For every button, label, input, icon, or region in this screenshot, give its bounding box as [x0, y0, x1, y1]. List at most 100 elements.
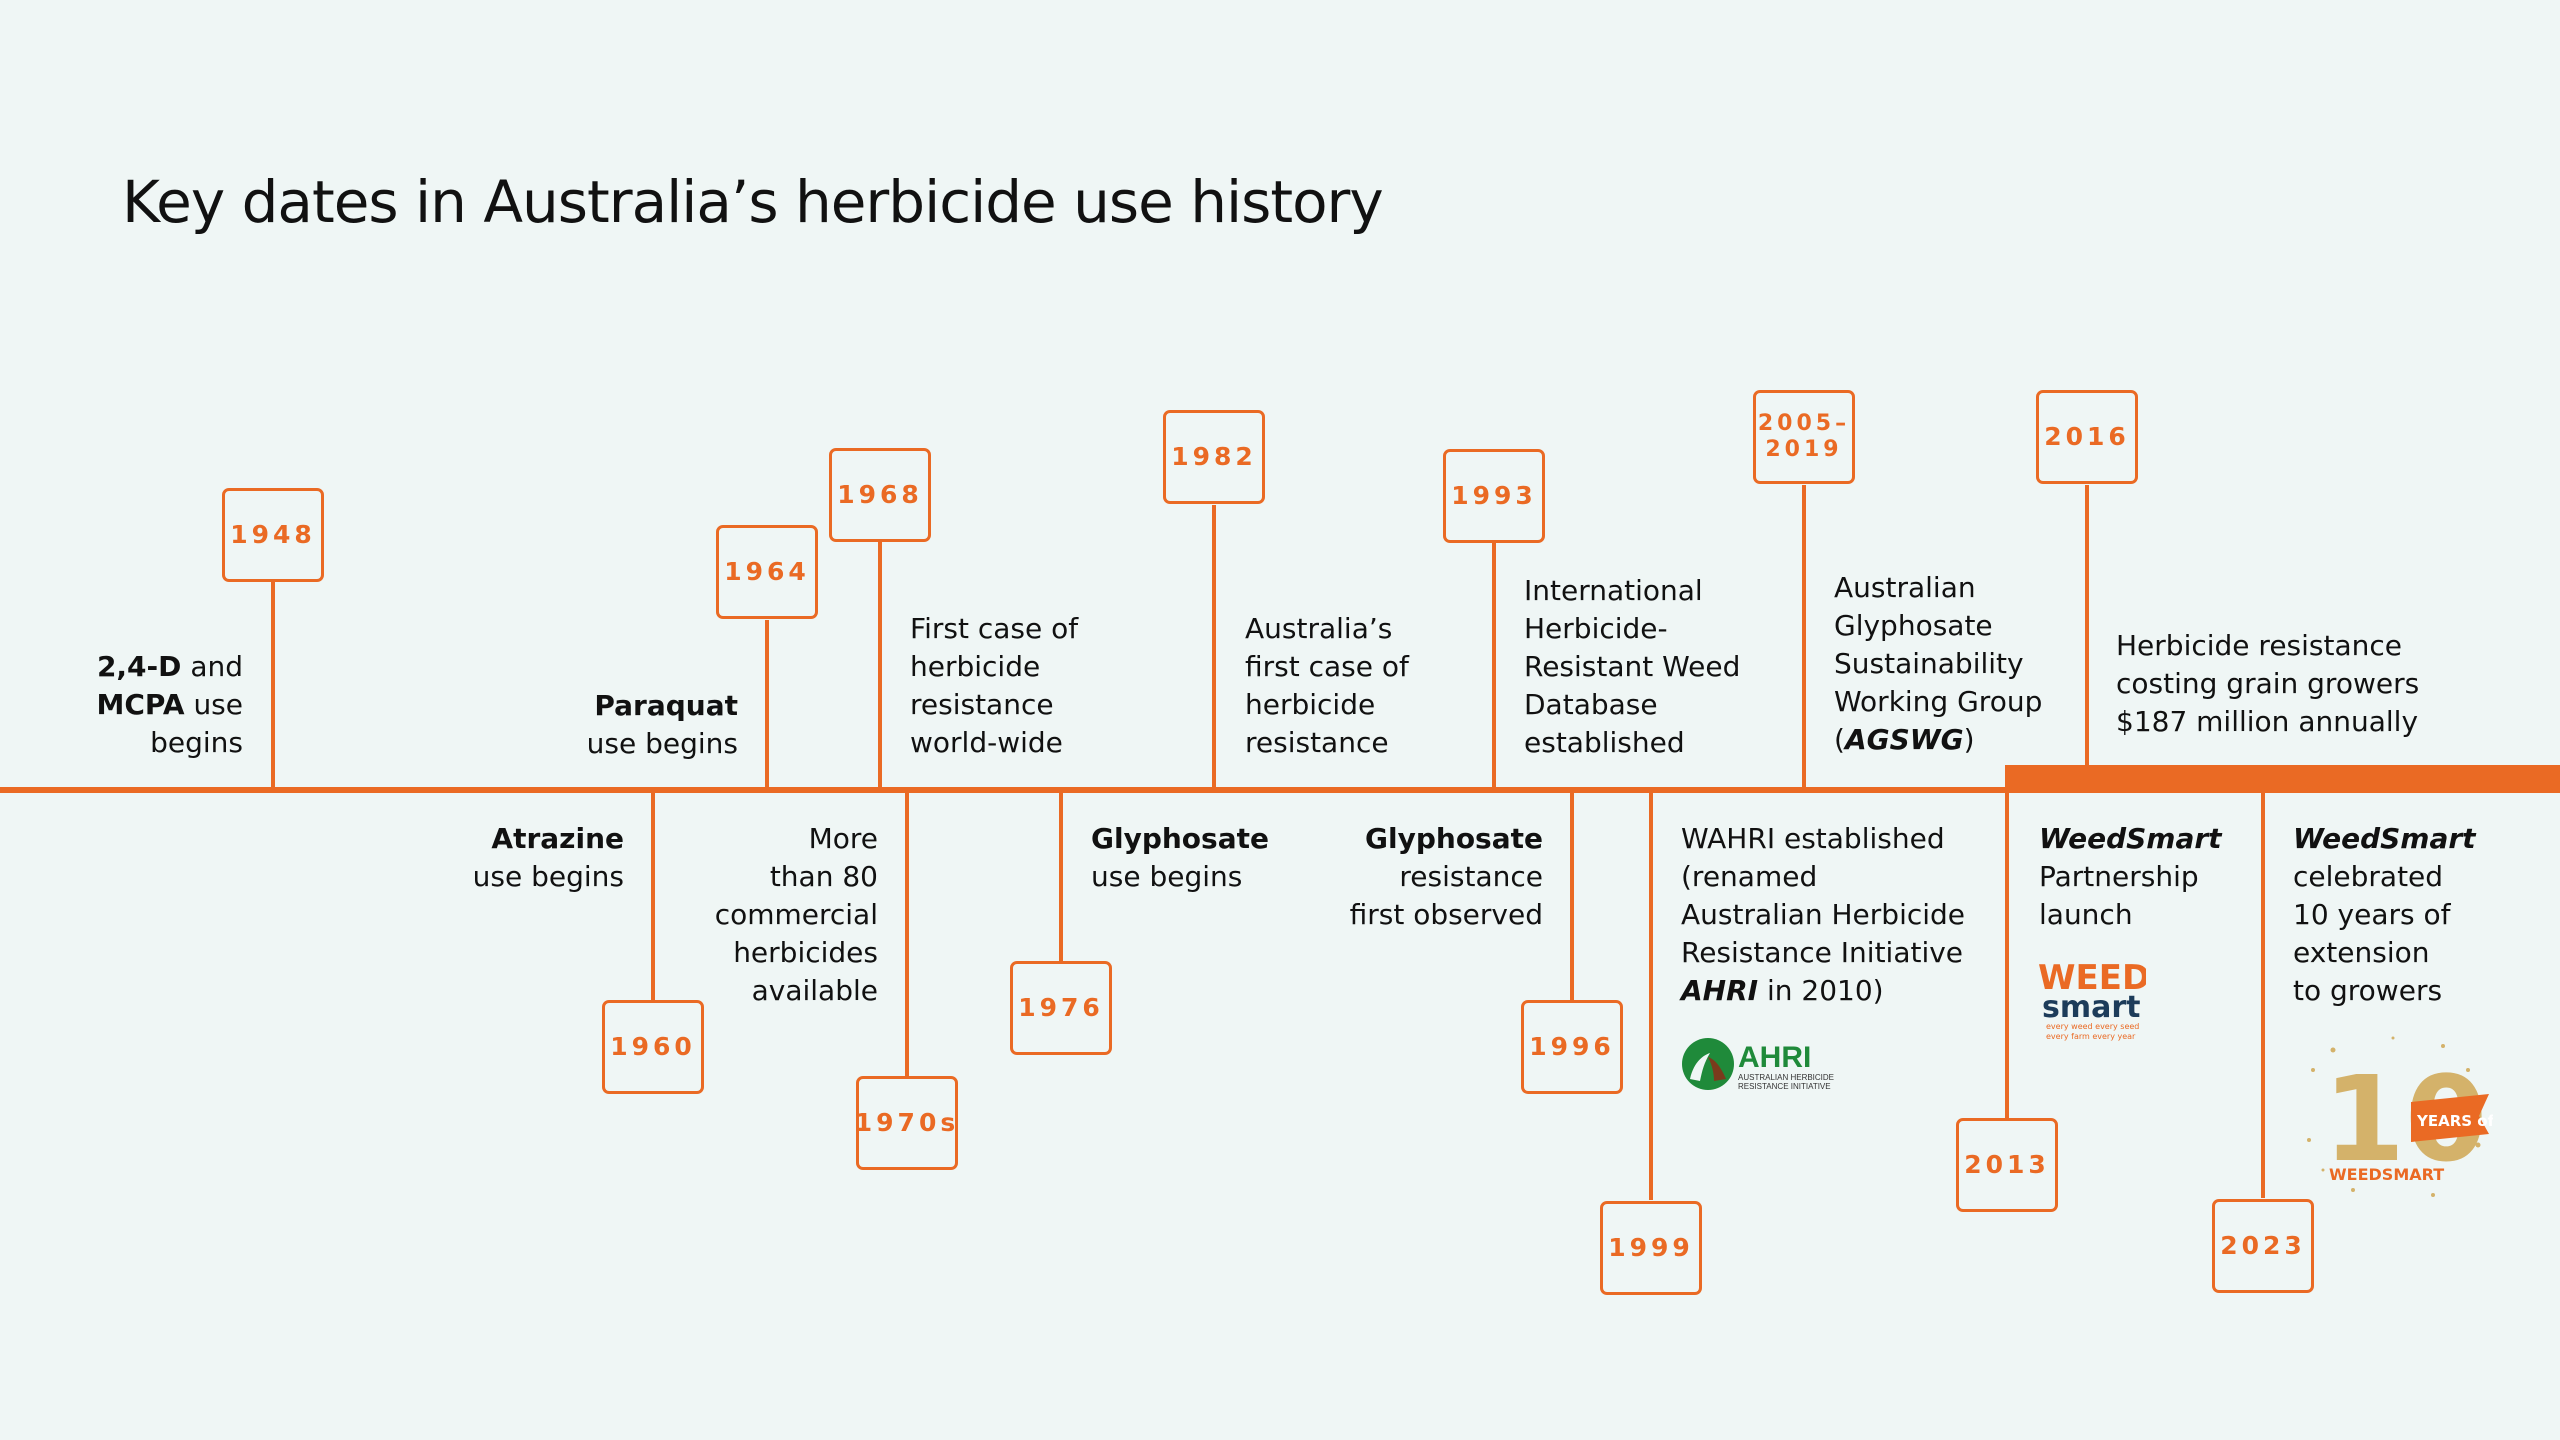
connector-2013: [2005, 790, 2009, 1118]
page-title: Key dates in Australia’s herbicide use h…: [122, 168, 1384, 236]
connector-1976: [1059, 790, 1063, 962]
connector-1968: [878, 542, 882, 790]
event-text-1960: Atrazine use begins: [473, 820, 624, 896]
year-label-1960: 1960: [610, 1032, 696, 1061]
text-bold-italic: AHRI: [1681, 974, 1759, 1007]
text-line: (renamed: [1681, 860, 1818, 893]
connector-2023: [2261, 790, 2265, 1198]
connector-1960: [651, 790, 655, 1000]
year-box-1960: 1960: [602, 1000, 704, 1094]
connector-1964: [765, 620, 769, 790]
text-line: Working Group: [1834, 685, 2043, 718]
event-text-2016: Herbicide resistance costing grain growe…: [2116, 627, 2419, 741]
text-line: Sustainability: [1834, 647, 2024, 680]
text-bold-italic: WeedSmart: [2293, 822, 2476, 855]
year-label-1999: 1999: [1608, 1233, 1694, 1262]
text-plain: use begins: [586, 727, 738, 760]
connector-2005-2019: [1802, 485, 1806, 790]
text-line: Australian: [1834, 571, 1976, 604]
year-box-1993: 1993: [1443, 449, 1545, 543]
connector-1982: [1212, 505, 1216, 790]
connector-1970s: [905, 790, 909, 1077]
year-box-2005-2019: 2005– 2019: [1753, 390, 1855, 484]
year-label-1996: 1996: [1529, 1032, 1615, 1061]
year-line: 2019: [1765, 437, 1843, 462]
text-line: herbicide: [1245, 688, 1376, 721]
year-label-1993: 1993: [1451, 481, 1537, 510]
text-plain: use: [193, 688, 243, 721]
text-line: commercial: [714, 898, 878, 931]
text-plain: in 2010): [1758, 974, 1884, 1007]
text-bold-italic: AGSWG: [1844, 723, 1964, 756]
text-line: costing grain growers: [2116, 667, 2420, 700]
text-line: Database: [1524, 688, 1658, 721]
ten-years-badge-icon: 10 YEARS of WEEDSMART: [2307, 1036, 2493, 1197]
text-bold: Glyphosate: [1365, 822, 1543, 855]
text-bold: Atrazine: [491, 822, 624, 855]
text-line: available: [751, 974, 878, 1007]
text-plain: (: [1834, 723, 1845, 756]
text-line: $187 million annually: [2116, 705, 2419, 738]
text-bold-italic: WeedSmart: [2039, 822, 2222, 855]
text-line: herbicides: [733, 936, 878, 969]
text-line: celebrated: [2293, 860, 2444, 893]
text-line: Australia’s: [1245, 612, 1393, 645]
year-box-1970s: 1970s: [854, 1076, 960, 1170]
event-text-1948: 2,4-D and MCPA use begins: [96, 648, 243, 762]
year-box-1968: 1968: [829, 448, 931, 542]
year-box-1976: 1976: [1010, 961, 1112, 1055]
year-box-1982: 1982: [1163, 410, 1265, 504]
year-label-2023: 2023: [2220, 1231, 2306, 1260]
ahri-logo-circle: [1682, 1038, 1734, 1090]
text-bold: Glyphosate: [1091, 822, 1269, 855]
text-line: resistance: [910, 688, 1054, 721]
year-label-1968: 1968: [837, 480, 923, 509]
text-line: 10 years of: [2293, 898, 2451, 931]
connector-2016: [2085, 485, 2089, 770]
ahri-logo-sub2: RESISTANCE INITIATIVE: [1738, 1082, 1831, 1091]
text-plain: and: [190, 650, 243, 683]
connector-1999: [1649, 790, 1653, 1200]
year-label-1964: 1964: [724, 557, 810, 586]
event-text-2013: WeedSmart Partnership launch: [2039, 820, 2222, 934]
year-label-1982: 1982: [1171, 442, 1257, 471]
text-line: extension: [2293, 936, 2430, 969]
text-line: begins: [150, 726, 243, 759]
year-box-2023: 2023: [2212, 1199, 2314, 1293]
text-line: established: [1524, 726, 1685, 759]
badge-ribbon-text: YEARS of: [2416, 1112, 2493, 1130]
year-box-1999: 1999: [1600, 1201, 1702, 1295]
text-line: First case of: [910, 612, 1079, 645]
connector-1996: [1570, 790, 1574, 1000]
text-plain: use begins: [1091, 860, 1243, 893]
event-text-1970s: More than 80 commercial herbicides avail…: [715, 820, 878, 1010]
text-line: More: [808, 822, 878, 855]
ahri-logo-sub1: AUSTRALIAN HERBICIDE: [1738, 1073, 1834, 1082]
text-bold: 2,4-D: [96, 650, 182, 683]
text-line: Partnership: [2039, 860, 2199, 893]
event-text-1964: Paraquat use begins: [587, 687, 738, 763]
event-text-1976: Glyphosate use begins: [1091, 820, 1269, 896]
text-bold: MCPA: [96, 688, 185, 721]
text-line: resistance: [1245, 726, 1389, 759]
year-label-1970s: 1970s: [854, 1108, 960, 1137]
weedsmart-logo: WEED smart every weed every seed every f…: [2038, 958, 2146, 1041]
text-line: Herbicide resistance: [2116, 629, 2403, 662]
event-text-1999: WAHRI established (renamed Australian He…: [1681, 820, 1965, 1010]
year-box-1948: 1948: [222, 488, 324, 582]
text-plain: ): [1963, 723, 1975, 756]
text-bold: Paraquat: [594, 689, 738, 722]
text-line: than 80: [769, 860, 878, 893]
year-line: 2005–: [1757, 410, 1851, 436]
text-line: WAHRI established: [1681, 822, 1945, 855]
text-line: to growers: [2293, 974, 2443, 1007]
event-text-1982: Australia’s first case of herbicide resi…: [1245, 610, 1409, 762]
weedsmart-logo-word2: smart: [2042, 990, 2141, 1025]
ahri-logo: AHRI AUSTRALIAN HERBICIDE RESISTANCE INI…: [1682, 1038, 1834, 1091]
text-line: first observed: [1349, 898, 1543, 931]
event-text-2023: WeedSmart celebrated 10 years of extensi…: [2293, 820, 2476, 1010]
text-line: Australian Herbicide: [1681, 898, 1966, 931]
event-text-1996: Glyphosate resistance first observed: [1350, 820, 1543, 934]
text-line: International: [1524, 574, 1703, 607]
event-text-1968: First case of herbicide resistance world…: [910, 610, 1078, 762]
